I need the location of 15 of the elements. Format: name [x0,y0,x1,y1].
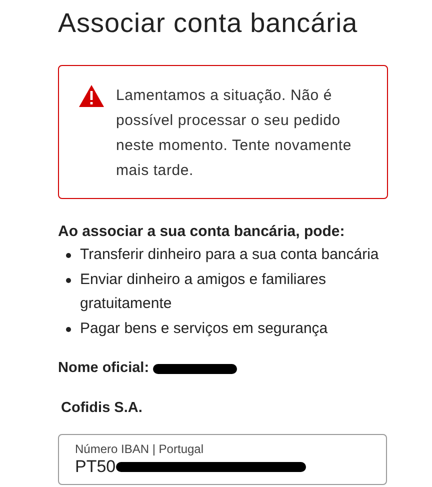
iban-field[interactable]: Número IBAN | Portugal PT50 [58,434,387,484]
warning-icon [79,85,104,107]
page-title: Associar conta bancária [58,7,359,40]
iban-label: Número IBAN | Portugal [75,442,204,456]
benefit-text: Pagar bens e serviços em segurança [80,318,328,338]
bullet-icon [66,278,71,282]
benefit-text: Transferir dinheiro para a sua conta bancária [80,245,379,265]
benefit-text: Enviar dinheiro a amigos e familiares gratuitamente [80,270,327,314]
official-name-label: Nome oficial: [58,359,150,378]
bullet-icon [66,326,71,332]
benefits-heading: Ao associar a sua conta bancária, pode: [58,222,346,242]
error-message: Lamentamos a situação. Não é possível processar o seu pedido neste momento. Tente novamente mais tarde. [116,86,353,181]
iban-value: PT50 [75,456,116,478]
bullet-icon [66,253,71,258]
bank-name: Cofidis S.A. [61,398,144,418]
